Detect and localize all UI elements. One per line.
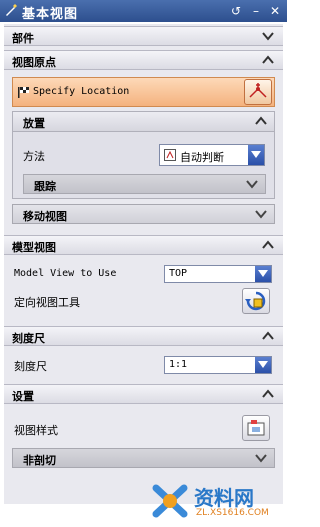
reset-icon[interactable]: ↺: [228, 3, 244, 19]
view-style-icon: [247, 420, 265, 436]
point-dialog-button[interactable]: [244, 79, 272, 105]
move-view-header[interactable]: 移动视图: [12, 204, 275, 224]
section-scale-label: 刻度尺: [12, 332, 45, 345]
placement-label: 放置: [23, 117, 45, 130]
model-view-label: Model View to Use: [14, 268, 117, 279]
specify-location-label: Specify Location: [33, 86, 130, 97]
close-icon[interactable]: ✕: [267, 3, 283, 19]
flag-icon: [18, 87, 29, 98]
section-model-view-label: 模型视图: [12, 241, 56, 254]
section-parts-header[interactable]: 部件: [4, 26, 283, 46]
section-scale-header[interactable]: 刻度尺: [4, 326, 283, 346]
dropdown-arrow-icon[interactable]: [255, 357, 271, 373]
method-label: 方法: [23, 150, 45, 163]
section-parts-label: 部件: [12, 32, 34, 45]
section-settings-label: 设置: [12, 390, 34, 403]
model-view-value: TOP: [169, 268, 188, 279]
dropdown-arrow-icon[interactable]: [255, 266, 271, 282]
track-label: 跟踪: [34, 180, 56, 193]
watermark-url: ZL.XS1616.COM: [196, 508, 269, 518]
non-section-label: 非剖切: [23, 454, 56, 467]
chevron-down-icon[interactable]: [254, 451, 268, 465]
orient-tool-label: 定向视图工具: [14, 296, 80, 309]
window-titlebar: 基本视图 ↺ – ✕: [0, 0, 287, 22]
model-view-select[interactable]: TOP: [164, 265, 272, 283]
orient-view-tool-button[interactable]: [242, 288, 270, 314]
minimize-icon[interactable]: –: [248, 3, 264, 19]
chevron-down-icon[interactable]: [245, 177, 259, 191]
chevron-up-icon[interactable]: [254, 114, 268, 128]
method-select[interactable]: 自动判断: [159, 144, 265, 166]
chevron-up-icon[interactable]: [261, 329, 275, 343]
section-view-origin-header[interactable]: 视图原点: [4, 50, 283, 70]
scale-label: 刻度尺: [14, 360, 47, 373]
scale-select[interactable]: 1:1: [164, 356, 272, 374]
track-header[interactable]: 跟踪: [23, 174, 266, 194]
placement-header[interactable]: 放置: [13, 112, 274, 132]
chevron-up-icon[interactable]: [261, 387, 275, 401]
view-style-label: 视图样式: [14, 424, 58, 437]
chevron-down-icon[interactable]: [261, 29, 275, 43]
section-model-view-header[interactable]: 模型视图: [4, 235, 283, 255]
dropdown-arrow-icon[interactable]: [248, 145, 264, 165]
orient-view-icon: [245, 291, 266, 311]
app-icon: [6, 4, 17, 16]
scale-value: 1:1: [169, 359, 188, 370]
section-settings-header[interactable]: 设置: [4, 384, 283, 404]
dialog-body: 部件 视图原点 Specify Location 放置 方法 自动判断 跟踪 移…: [4, 24, 283, 504]
watermark: 资料网 ZL.XS1616.COM: [150, 478, 285, 524]
section-view-origin-label: 视图原点: [12, 56, 56, 69]
chevron-down-icon[interactable]: [254, 207, 268, 221]
specify-location-row[interactable]: Specify Location: [12, 77, 275, 107]
point-icon: [249, 83, 267, 98]
infer-icon: [164, 149, 176, 161]
method-value: 自动判断: [180, 151, 224, 164]
placement-group: 放置 方法 自动判断 跟踪: [12, 111, 275, 199]
watermark-text: 资料网: [194, 486, 254, 510]
non-section-header[interactable]: 非剖切: [12, 448, 275, 468]
move-view-label: 移动视图: [23, 210, 67, 223]
window-title: 基本视图: [22, 7, 79, 22]
watermark-logo-icon: [152, 484, 188, 518]
chevron-up-icon[interactable]: [261, 53, 275, 67]
chevron-up-icon[interactable]: [261, 238, 275, 252]
view-style-button[interactable]: [242, 415, 270, 441]
